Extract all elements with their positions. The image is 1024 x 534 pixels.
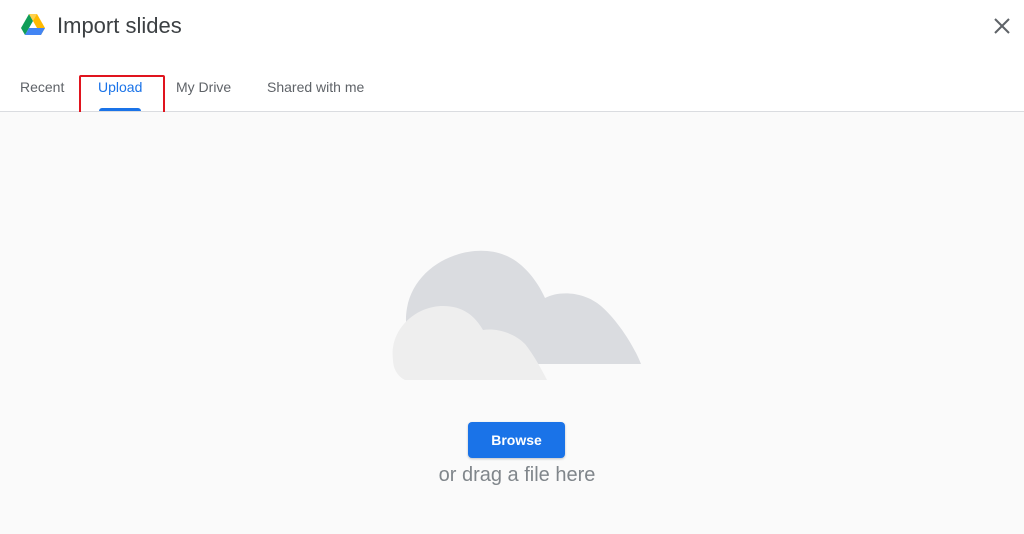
tab-shared-with-me[interactable]: Shared with me xyxy=(267,70,364,111)
annotation-highlight-box xyxy=(79,75,165,117)
tab-recent[interactable]: Recent xyxy=(20,70,64,111)
close-icon[interactable] xyxy=(988,12,1016,40)
browse-button[interactable]: Browse xyxy=(468,422,565,458)
cloud-icon xyxy=(385,240,645,385)
tab-label: My Drive xyxy=(176,79,232,95)
drag-hint-text: or drag a file here xyxy=(438,464,596,486)
tab-label: Recent xyxy=(20,79,65,95)
dialog-header: Import slides xyxy=(0,0,1024,56)
tab-label: Shared with me xyxy=(267,79,365,95)
google-drive-icon xyxy=(21,14,45,36)
dialog-title: Import slides xyxy=(57,13,182,38)
tab-my-drive[interactable]: My Drive xyxy=(176,70,231,111)
